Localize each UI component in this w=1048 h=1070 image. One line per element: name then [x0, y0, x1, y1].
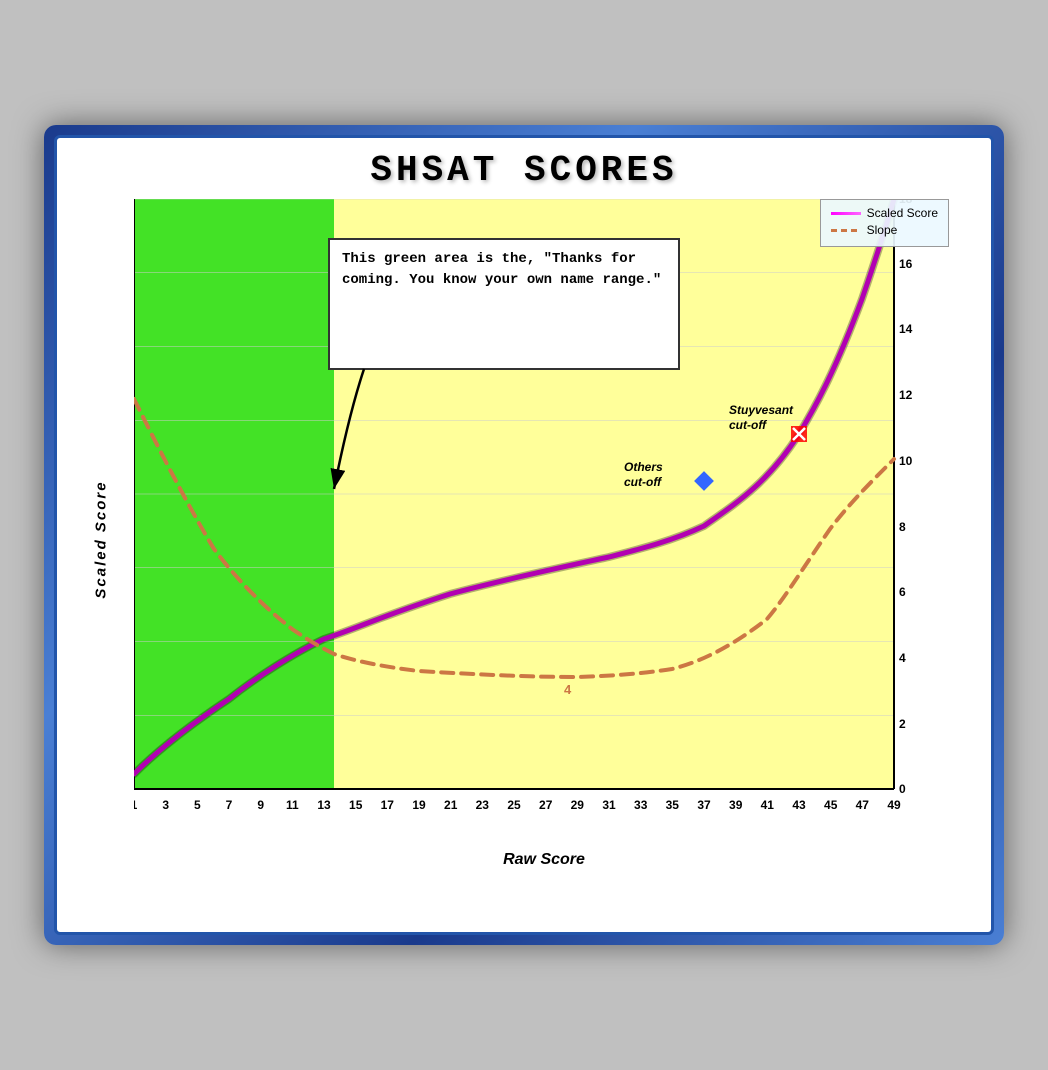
legend-label-slope: Slope: [867, 223, 898, 237]
svg-text:14: 14: [899, 322, 913, 336]
x-axis-labels: 1 3 5 7 9 11 13 15 17 19 21 23 2: [134, 798, 901, 812]
legend-box: Scaled Score Slope: [820, 199, 949, 247]
svg-text:39: 39: [729, 798, 743, 812]
stuyvesant-cutoff-label: cut-off: [729, 418, 767, 432]
others-cutoff-label: cut-off: [624, 475, 662, 489]
stuyvesant-label: Stuyvesant: [729, 403, 794, 417]
svg-text:27: 27: [539, 798, 553, 812]
svg-text:13: 13: [317, 798, 331, 812]
legend-label-scaled-score: Scaled Score: [867, 206, 938, 220]
svg-text:2: 2: [899, 717, 906, 731]
svg-text:31: 31: [602, 798, 616, 812]
outer-frame: SHSAT SCORES Scaled Score Scaled Score: [44, 125, 1004, 945]
y-axis-right-labels: 0 2 4 6 8 10 12 14 16 18: [899, 199, 913, 796]
svg-text:3: 3: [162, 798, 169, 812]
svg-text:10: 10: [899, 454, 913, 468]
svg-text:43: 43: [792, 798, 806, 812]
svg-text:7: 7: [226, 798, 233, 812]
svg-text:41: 41: [761, 798, 775, 812]
svg-text:6: 6: [899, 585, 906, 599]
slope-label-4: 4: [564, 682, 572, 697]
y-axis-label: Scaled Score: [93, 480, 110, 598]
x-axis-label: Raw Score: [134, 851, 954, 869]
svg-text:21: 21: [444, 798, 458, 812]
svg-text:5: 5: [194, 798, 201, 812]
svg-text:15: 15: [349, 798, 363, 812]
others-label: Others: [624, 460, 663, 474]
chart-title: SHSAT SCORES: [69, 150, 979, 191]
svg-text:16: 16: [899, 257, 913, 271]
svg-text:4: 4: [899, 651, 906, 665]
svg-text:1: 1: [134, 798, 138, 812]
inner-frame: SHSAT SCORES Scaled Score Scaled Score: [54, 135, 994, 935]
svg-text:37: 37: [697, 798, 711, 812]
svg-text:11: 11: [286, 798, 299, 812]
svg-text:12: 12: [899, 388, 913, 402]
svg-text:29: 29: [571, 798, 585, 812]
legend-item-slope: Slope: [831, 223, 938, 237]
chart-container: SHSAT SCORES Scaled Score Scaled Score: [69, 150, 979, 920]
svg-text:25: 25: [507, 798, 521, 812]
stuyvesant-marker: [791, 426, 807, 442]
svg-text:49: 49: [887, 798, 901, 812]
svg-text:47: 47: [856, 798, 870, 812]
legend-item-scaled-score: Scaled Score: [831, 206, 938, 220]
svg-text:45: 45: [824, 798, 838, 812]
svg-text:17: 17: [381, 798, 395, 812]
svg-text:33: 33: [634, 798, 648, 812]
svg-text:8: 8: [899, 520, 906, 534]
svg-text:19: 19: [412, 798, 426, 812]
callout-box: This green area is the, "Thanks for comi…: [334, 245, 674, 365]
svg-text:0: 0: [899, 782, 906, 796]
svg-text:9: 9: [257, 798, 264, 812]
svg-text:23: 23: [476, 798, 490, 812]
chart-svg: 0 50 100 150 200 250 300 350 400: [134, 199, 954, 849]
svg-text:35: 35: [666, 798, 680, 812]
